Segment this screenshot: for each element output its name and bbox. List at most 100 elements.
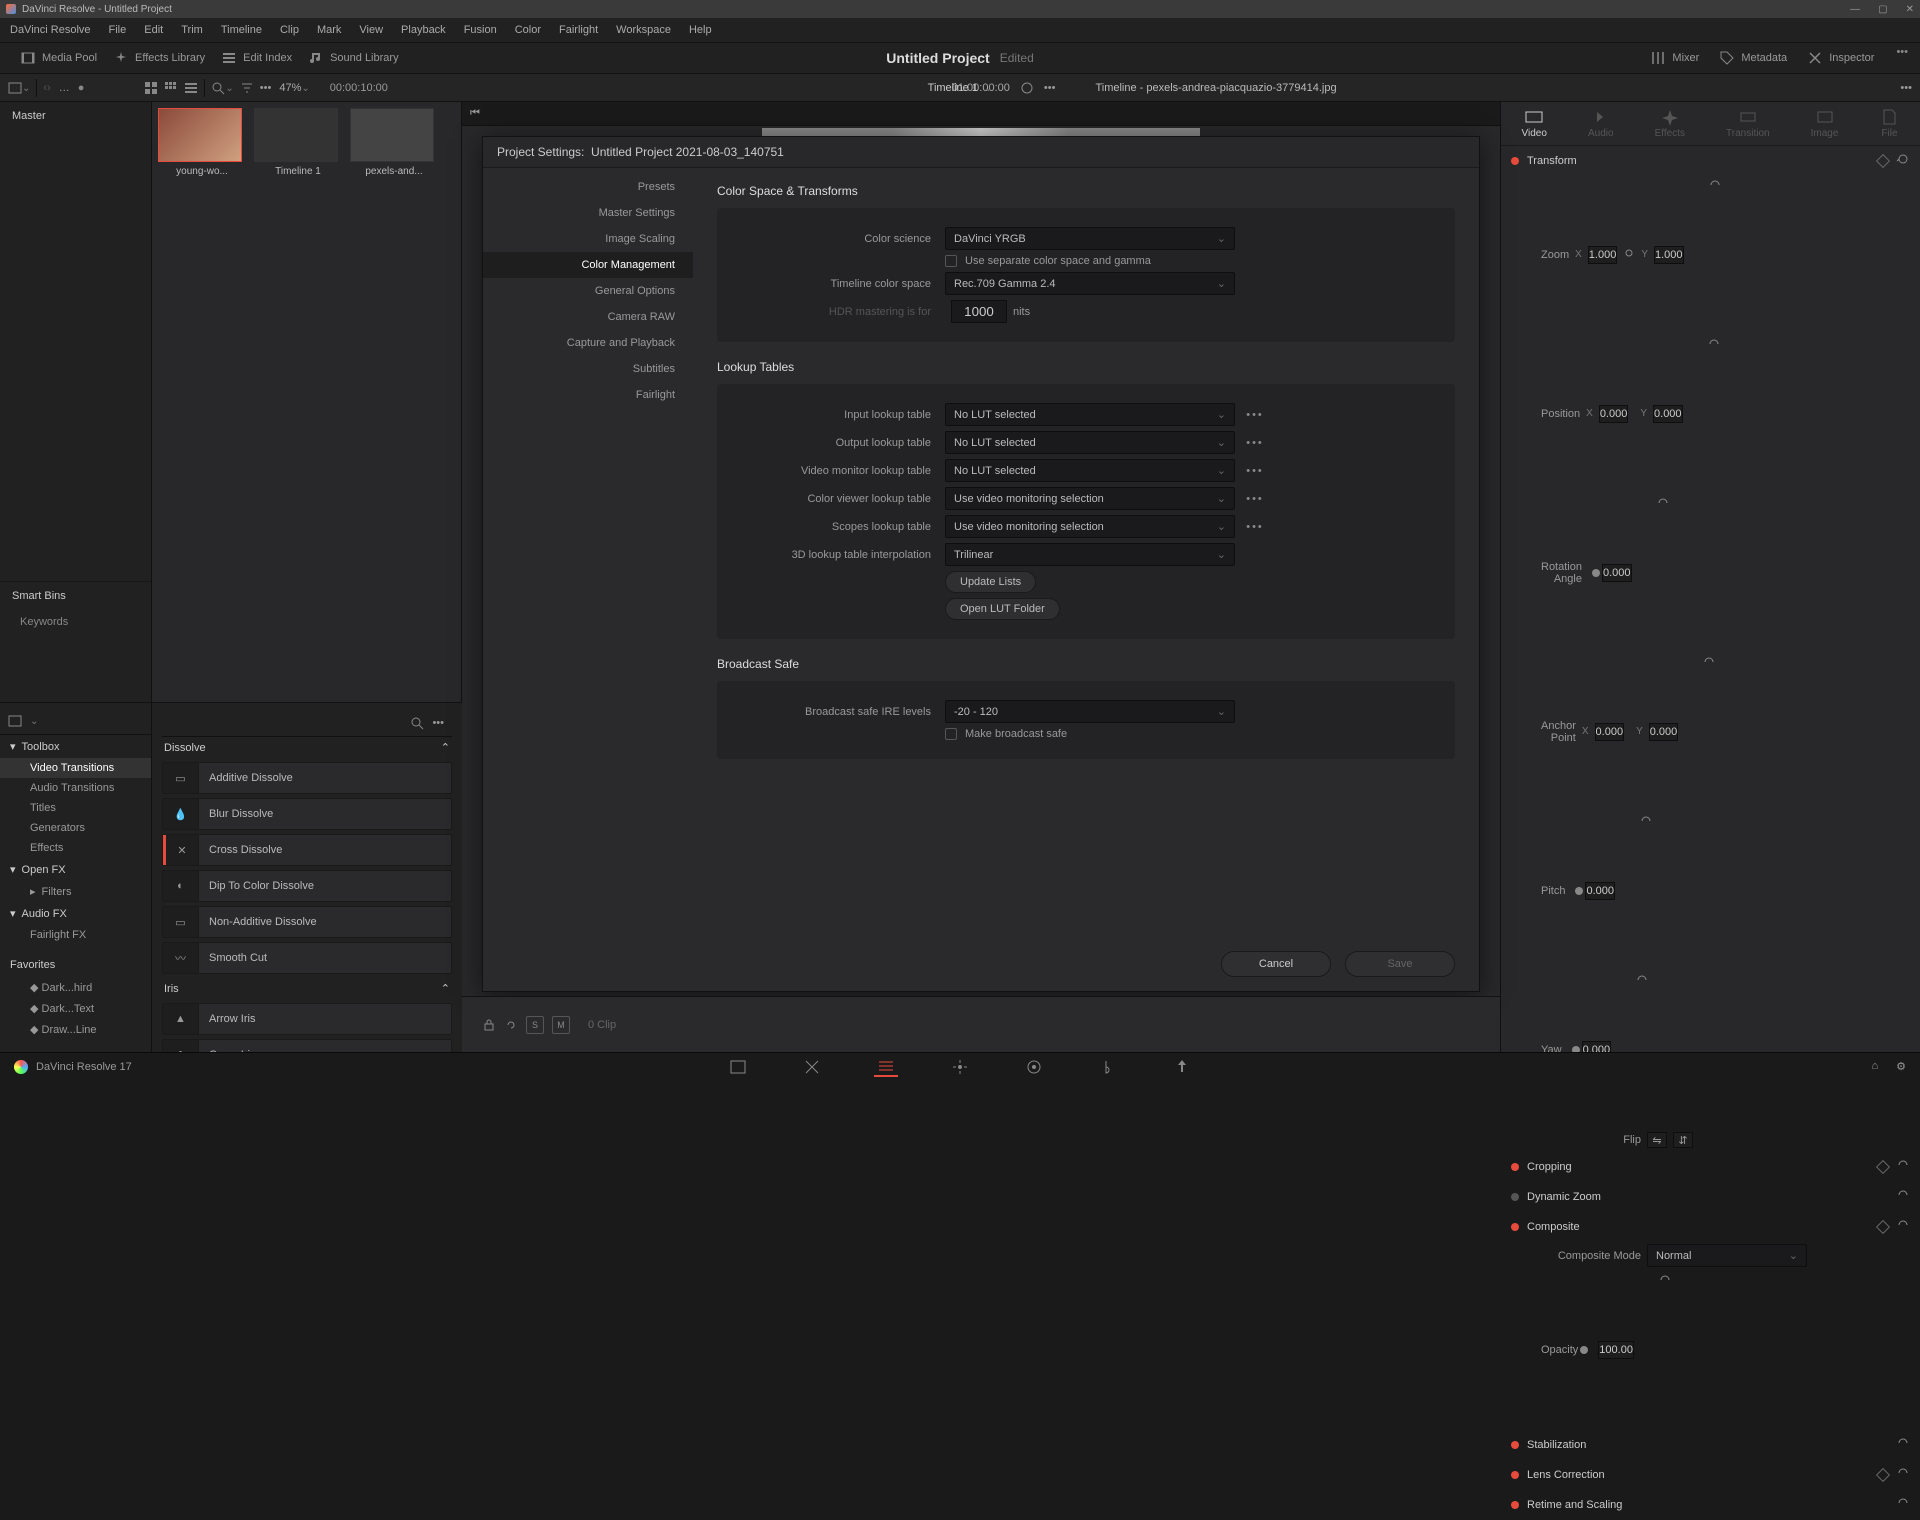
- pos-y-input[interactable]: 0.000: [1653, 405, 1683, 423]
- minimize-icon[interactable]: —: [1850, 4, 1860, 15]
- retime-header[interactable]: Retime and Scaling: [1501, 1490, 1920, 1519]
- enable-dot[interactable]: [1511, 1223, 1519, 1231]
- reset-icon[interactable]: [1635, 973, 1920, 1126]
- link-icon[interactable]: [504, 1018, 518, 1032]
- page-color[interactable]: [1022, 1057, 1046, 1077]
- fx-item[interactable]: 💧Blur Dissolve: [162, 798, 452, 830]
- composite-header[interactable]: Composite: [1501, 1212, 1920, 1241]
- link-icon[interactable]: [1623, 247, 1635, 262]
- separate-colorspace-checkbox[interactable]: [945, 255, 957, 267]
- composite-mode-select[interactable]: Normal⌄: [1647, 1244, 1807, 1267]
- fx-item[interactable]: ✚Cross Iris: [162, 1039, 452, 1052]
- nav-titles[interactable]: Titles: [0, 798, 151, 818]
- more-icon[interactable]: •••: [1044, 82, 1056, 94]
- menu-item[interactable]: File: [109, 24, 127, 36]
- menu-item[interactable]: Mark: [317, 24, 341, 36]
- maximize-icon[interactable]: ▢: [1878, 4, 1887, 15]
- nav-color-management[interactable]: Color Management: [483, 252, 693, 278]
- nav-general-options[interactable]: General Options: [483, 278, 693, 304]
- solo-button[interactable]: S: [526, 1016, 544, 1034]
- category-iris[interactable]: Iris⌃: [162, 978, 452, 999]
- tab-file[interactable]: File: [1879, 108, 1899, 139]
- fav-item[interactable]: ◆ Dark...Text: [0, 998, 151, 1019]
- timeline-name[interactable]: Timeline 1: [928, 82, 978, 94]
- fx-item[interactable]: ✕Cross Dissolve: [162, 834, 452, 866]
- search-icon[interactable]: [211, 81, 225, 95]
- effects-library-button[interactable]: Effects Library: [105, 46, 213, 70]
- bin-view-icon[interactable]: [8, 81, 22, 95]
- reset-icon[interactable]: [1702, 655, 1920, 808]
- reset-icon[interactable]: [1896, 1218, 1910, 1235]
- reset-icon[interactable]: [1896, 1466, 1910, 1483]
- lut-more-button[interactable]: •••: [1243, 409, 1267, 421]
- output-lut-select[interactable]: No LUT selected⌄: [945, 431, 1235, 454]
- panel-icon[interactable]: [8, 714, 22, 728]
- menu-item[interactable]: DaVinci Resolve: [10, 24, 91, 36]
- more-icon[interactable]: •••: [1900, 82, 1912, 94]
- menu-item[interactable]: Edit: [144, 24, 163, 36]
- fx-item[interactable]: ◐Dip To Color Dissolve: [162, 870, 452, 902]
- keyframe-icon[interactable]: [1876, 1219, 1890, 1233]
- more-icon[interactable]: …: [59, 82, 70, 94]
- lut-more-button[interactable]: •••: [1243, 493, 1267, 505]
- cancel-button[interactable]: Cancel: [1221, 951, 1331, 977]
- dropdown-icon[interactable]: [301, 82, 309, 94]
- grid-view-icon[interactable]: [164, 81, 178, 95]
- openfx-group[interactable]: ▾Open FX: [0, 858, 151, 881]
- nav-camera-raw[interactable]: Camera RAW: [483, 304, 693, 330]
- menu-item[interactable]: Fusion: [464, 24, 497, 36]
- pitch-input[interactable]: 0.000: [1585, 882, 1615, 900]
- make-safe-checkbox[interactable]: [945, 728, 957, 740]
- reset-icon[interactable]: [1658, 1273, 1920, 1426]
- metadata-button[interactable]: Metadata: [1711, 46, 1795, 70]
- viewer-lut-select[interactable]: Use video monitoring selection⌄: [945, 487, 1235, 510]
- enable-dot[interactable]: [1511, 1471, 1519, 1479]
- cropping-header[interactable]: Cropping: [1501, 1152, 1920, 1181]
- media-thumb[interactable]: Timeline 1: [254, 108, 342, 177]
- tab-effects[interactable]: Effects: [1655, 108, 1685, 139]
- fav-item[interactable]: ◆ Draw...Line: [0, 1019, 151, 1040]
- keyframe-icon[interactable]: [1876, 153, 1890, 167]
- zoom-level[interactable]: 47%: [279, 82, 301, 94]
- nav-generators[interactable]: Generators: [0, 818, 151, 838]
- enable-dot[interactable]: [1511, 1193, 1519, 1201]
- enable-dot[interactable]: [1511, 157, 1519, 165]
- anchor-y-input[interactable]: 0.000: [1649, 723, 1679, 741]
- mixer-button[interactable]: Mixer: [1642, 46, 1707, 70]
- dropdown-icon[interactable]: [22, 82, 30, 94]
- menu-item[interactable]: Workspace: [616, 24, 671, 36]
- anchor-x-input[interactable]: 0.000: [1595, 723, 1625, 741]
- record-icon[interactable]: ●: [78, 82, 85, 94]
- nav-fwd-icon[interactable]: ›: [47, 82, 51, 94]
- zoom-x-input[interactable]: 1.000: [1588, 246, 1618, 264]
- dropdown-icon[interactable]: [30, 715, 38, 727]
- menu-item[interactable]: Trim: [181, 24, 203, 36]
- nav-video-transitions[interactable]: Video Transitions: [0, 758, 151, 778]
- nav-effects[interactable]: Effects: [0, 838, 151, 858]
- tab-video[interactable]: Video: [1522, 108, 1547, 139]
- menu-item[interactable]: View: [359, 24, 383, 36]
- reset-icon[interactable]: [1656, 496, 1920, 649]
- category-dissolve[interactable]: Dissolve⌃: [162, 737, 452, 758]
- media-thumb[interactable]: young-wo...: [158, 108, 246, 177]
- flip-v-button[interactable]: ⇵: [1673, 1132, 1693, 1148]
- open-lut-folder-button[interactable]: Open LUT Folder: [945, 598, 1060, 620]
- nav-presets[interactable]: Presets: [483, 174, 693, 200]
- lut-more-button[interactable]: •••: [1243, 521, 1267, 533]
- keyframe-icon[interactable]: [1876, 1159, 1890, 1173]
- nav-filters[interactable]: ▸Filters: [0, 881, 151, 902]
- search-icon[interactable]: [410, 716, 424, 730]
- transform-header[interactable]: Transform: [1501, 146, 1920, 175]
- scopes-lut-select[interactable]: Use video monitoring selection⌄: [945, 515, 1235, 538]
- enable-dot[interactable]: [1511, 1501, 1519, 1509]
- keyframe-icon[interactable]: [1876, 1467, 1890, 1481]
- nav-fairlightfx[interactable]: Fairlight FX: [0, 925, 151, 945]
- edit-index-button[interactable]: Edit Index: [213, 46, 300, 70]
- nav-audio-transitions[interactable]: Audio Transitions: [0, 778, 151, 798]
- settings-icon[interactable]: ⚙: [1896, 1060, 1906, 1073]
- enable-dot[interactable]: [1511, 1441, 1519, 1449]
- color-science-select[interactable]: DaVinci YRGB⌄: [945, 227, 1235, 250]
- nav-capture-playback[interactable]: Capture and Playback: [483, 330, 693, 356]
- stabilization-header[interactable]: Stabilization: [1501, 1430, 1920, 1459]
- inspector-button[interactable]: Inspector: [1799, 46, 1882, 70]
